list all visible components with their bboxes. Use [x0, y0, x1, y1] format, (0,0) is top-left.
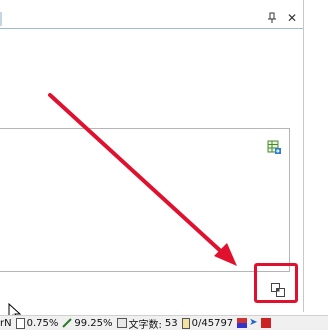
status-zoom-a: 0.75% [16, 318, 59, 329]
clipboard-icon [182, 318, 190, 329]
red-flag-icon[interactable] [261, 318, 271, 328]
document-icon [117, 318, 127, 328]
word-count-value: 53 [165, 318, 178, 329]
status-word-count: 文字数: 53 [117, 316, 178, 330]
zoom-b-value: 99.25% [74, 318, 112, 329]
page-count-value: 0/45797 [192, 318, 234, 329]
status-page-count: 0/45797 [182, 318, 234, 329]
flag-icon[interactable] [237, 318, 247, 328]
pin-icon[interactable] [264, 10, 280, 26]
status-flag-icons: ➤ [237, 318, 273, 328]
status-zoom-b: 99.25% [62, 318, 112, 329]
content-panel [0, 128, 290, 272]
zoom-a-value: 0.75% [27, 318, 59, 329]
word-count-label: 文字数: [129, 316, 162, 330]
pane-header-edge [0, 12, 2, 26]
pencil-icon [62, 318, 72, 328]
pane-header: ✕ [0, 8, 303, 29]
status-cut-text: rN [0, 318, 12, 329]
table-sheet-icon[interactable] [267, 140, 281, 154]
arrow-right-icon[interactable]: ➤ [249, 318, 259, 328]
close-icon[interactable]: ✕ [284, 10, 300, 26]
status-bar: rN 0.75% 99.25% 文字数: 53 0/45797 ➤ [0, 315, 328, 330]
page-icon [16, 318, 25, 329]
annotation-highlight-box [254, 263, 298, 303]
panel-right-border [303, 0, 304, 312]
